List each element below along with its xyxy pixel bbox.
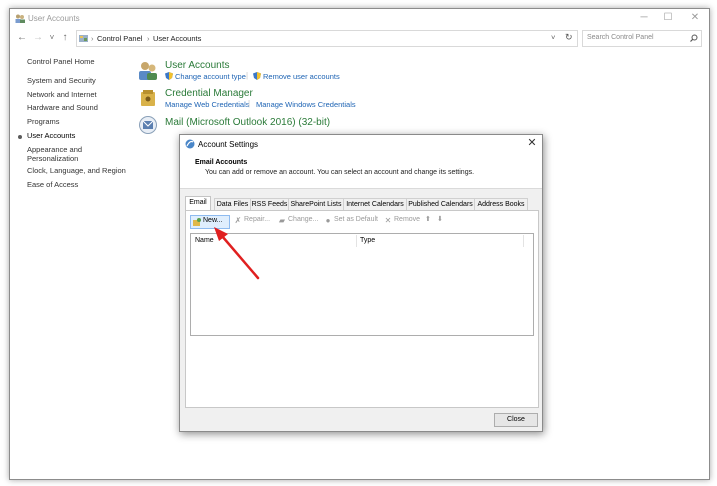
annotation-arrow	[214, 227, 260, 280]
